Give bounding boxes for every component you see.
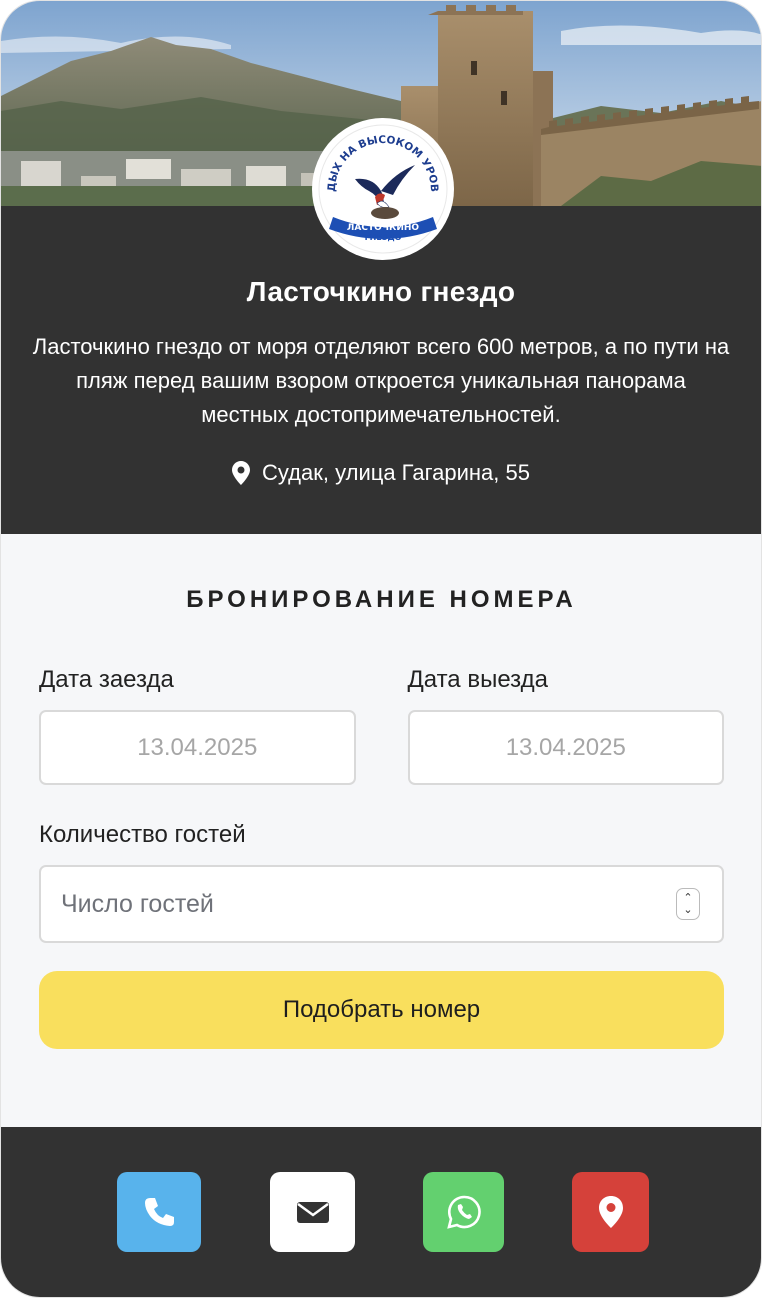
find-room-button[interactable]: Подобрать номер — [39, 971, 724, 1049]
stepper-down-icon[interactable]: ⌄ — [683, 904, 692, 916]
envelope-icon — [296, 1202, 329, 1223]
whatsapp-button[interactable] — [423, 1172, 504, 1252]
hotel-title: Ласточкино гнездо — [246, 276, 516, 307]
checkout-date-input[interactable]: 13.04.2025 — [407, 710, 724, 785]
phone-button[interactable] — [117, 1172, 201, 1252]
guests-label: Количество гостей — [39, 821, 246, 848]
hotel-logo: ОТДЫХ НА ВЫСОКОМ УРОВНЕ ЛАСТОЧКИНО ГНЕЗД… — [315, 121, 451, 257]
logo-ribbon-line2: ГНЕЗДО — [365, 233, 402, 242]
hotel-description: Ласточкино гнездо от моря отделяют всего… — [32, 334, 730, 427]
address-text: Судак, улица Гагарина, 55 — [262, 460, 530, 485]
booking-heading: БРОНИРОВАНИЕ НОМЕРА — [186, 586, 577, 613]
booking-form: БРОНИРОВАНИЕ НОМЕРА Дата заезда 13.04.20… — [1, 534, 761, 1128]
checkin-label: Дата заезда — [39, 666, 174, 693]
guests-stepper[interactable]: ⌃ ⌄ — [676, 888, 700, 920]
checkin-date-input[interactable]: 13.04.2025 — [39, 710, 356, 785]
checkout-label: Дата выезда — [407, 666, 548, 693]
stepper-up-icon[interactable]: ⌃ — [683, 892, 692, 904]
map-marker-icon — [598, 1196, 623, 1228]
email-button[interactable] — [270, 1172, 355, 1252]
phone-icon — [145, 1198, 174, 1226]
guests-number-input[interactable]: Число гостей ⌃ ⌄ — [39, 865, 724, 943]
whatsapp-icon — [446, 1195, 481, 1229]
booking-card: ОТДЫХ НА ВЫСОКОМ УРОВНЕ ЛАСТОЧКИНО ГНЕЗД… — [0, 0, 762, 1298]
contact-footer — [1, 1127, 761, 1297]
swallow-logo-icon: ОТДЫХ НА ВЫСОКОМ УРОВНЕ ЛАСТОЧКИНО ГНЕЗД… — [315, 121, 448, 254]
map-marker-icon — [232, 461, 251, 485]
logo-ribbon-line1: ЛАСТОЧКИНО — [347, 223, 420, 233]
map-button[interactable] — [572, 1172, 649, 1252]
hotel-address: Судак, улица Гагарина, 55 — [1, 460, 761, 486]
guests-placeholder: Число гостей — [61, 889, 214, 918]
